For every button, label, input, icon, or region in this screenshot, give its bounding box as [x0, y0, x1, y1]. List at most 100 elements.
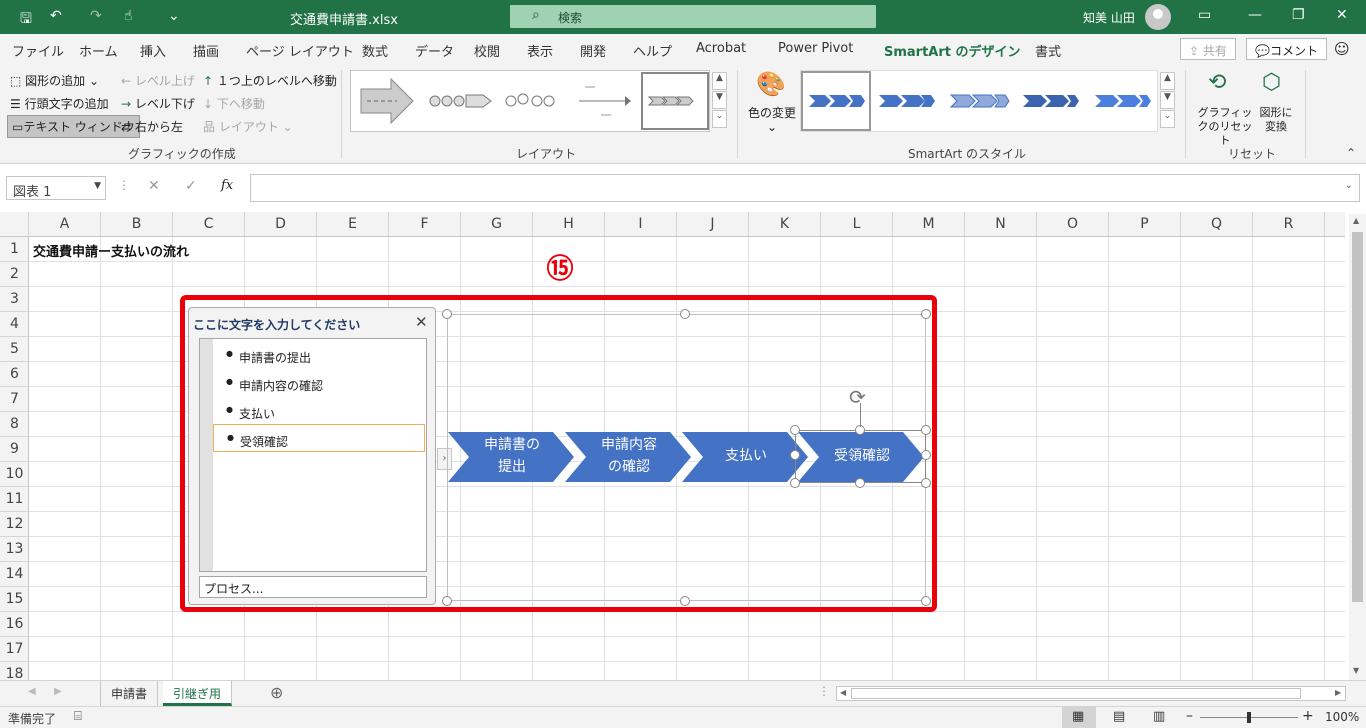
- convert-to-shapes-button[interactable]: 図形に変換: [1258, 106, 1294, 134]
- column-header[interactable]: M: [893, 212, 965, 237]
- horizontal-scrollbar[interactable]: ◀ ▶: [836, 686, 1346, 701]
- add-shape-button[interactable]: ⬚ 図形の追加 ⌄: [10, 72, 99, 89]
- shape-handle[interactable]: [921, 425, 931, 435]
- column-header[interactable]: H: [533, 212, 605, 237]
- tab-data[interactable]: データ: [415, 41, 454, 60]
- prev-sheet-icon[interactable]: ◀: [28, 686, 36, 697]
- layout-thumb-timeline[interactable]: [579, 86, 631, 116]
- scroll-right-icon[interactable]: ▶: [1335, 688, 1341, 697]
- column-header[interactable]: D: [245, 212, 317, 237]
- zoom-slider-thumb[interactable]: [1247, 712, 1251, 723]
- row-header[interactable]: 1: [0, 237, 28, 262]
- feedback-icon[interactable]: ☺: [1334, 40, 1350, 58]
- name-box[interactable]: 図表 1 ▼: [6, 176, 106, 200]
- shape-handle[interactable]: [855, 478, 865, 488]
- restore-icon[interactable]: ❐: [1292, 7, 1305, 23]
- zoom-level[interactable]: 100%: [1325, 710, 1359, 724]
- styles-more-icon[interactable]: ⌄: [1160, 110, 1175, 128]
- text-pane-item[interactable]: 受領確認: [213, 424, 425, 452]
- select-all[interactable]: [0, 212, 29, 237]
- layout-thumb-arrow[interactable]: [360, 77, 414, 125]
- reset-graphic-button[interactable]: グラフィックのリセット: [1195, 106, 1255, 148]
- sheet-tab-active[interactable]: 引継ぎ用: [163, 681, 233, 706]
- horizontal-scroll-thumb[interactable]: [851, 688, 1301, 699]
- scroll-left-icon[interactable]: ◀: [840, 688, 846, 697]
- change-colors-button[interactable]: 色の変更: [748, 104, 796, 121]
- tab-page-layout[interactable]: ページ レイアウト: [246, 41, 354, 60]
- shape-handle[interactable]: [790, 425, 800, 435]
- undo-icon[interactable]: ↶: [50, 8, 62, 24]
- tab-review[interactable]: 校閲: [474, 41, 500, 60]
- column-header[interactable]: N: [965, 212, 1037, 237]
- tab-home[interactable]: ホーム: [79, 41, 118, 60]
- layout-thumb-gears[interactable]: [505, 93, 555, 107]
- add-sheet-icon[interactable]: ⊕: [270, 683, 283, 702]
- search-box[interactable]: ⌕ 検索: [510, 5, 876, 28]
- move-up-button[interactable]: ↑ １つ上のレベルへ移動: [203, 72, 337, 89]
- tab-formulas[interactable]: 数式: [362, 41, 388, 60]
- scroll-up-icon[interactable]: ▲: [1353, 216, 1359, 225]
- minimize-icon[interactable]: —: [1248, 7, 1262, 23]
- row-header[interactable]: 4: [0, 312, 28, 337]
- vertical-scroll-thumb[interactable]: [1352, 232, 1363, 602]
- style-thumb-1[interactable]: [809, 95, 865, 107]
- share-button[interactable]: ⇪ 共有: [1180, 38, 1236, 60]
- column-header[interactable]: Q: [1181, 212, 1253, 237]
- text-pane-list[interactable]: 申請書の提出 申請内容の確認 支払い 受領確認: [199, 338, 427, 572]
- row-header[interactable]: 2: [0, 262, 28, 287]
- tab-view[interactable]: 表示: [527, 41, 553, 60]
- resize-handle[interactable]: [680, 309, 690, 319]
- cell-a1[interactable]: 交通費申請ー支払いの流れ: [33, 241, 189, 260]
- tab-format[interactable]: 書式: [1035, 41, 1061, 60]
- row-header[interactable]: 15: [0, 587, 28, 612]
- vertical-scrollbar[interactable]: ▲ ▼: [1349, 214, 1366, 680]
- shape-handle[interactable]: [921, 478, 931, 488]
- redo-icon[interactable]: ↷: [90, 8, 102, 24]
- customize-qat-icon[interactable]: ⌄: [168, 8, 180, 24]
- page-break-view-icon[interactable]: ▥: [1153, 709, 1165, 724]
- shape-handle[interactable]: [790, 478, 800, 488]
- row-header[interactable]: 7: [0, 387, 28, 412]
- column-header[interactable]: B: [101, 212, 173, 237]
- row-header[interactable]: 13: [0, 537, 28, 562]
- column-header[interactable]: P: [1109, 212, 1181, 237]
- column-header[interactable]: L: [821, 212, 893, 237]
- move-down-button[interactable]: ↓ 下へ移動: [203, 95, 265, 112]
- gallery-down-icon[interactable]: ▼: [712, 91, 727, 109]
- next-sheet-icon[interactable]: ▶: [54, 686, 62, 697]
- cancel-icon[interactable]: ✕: [148, 178, 160, 194]
- sheet-tab[interactable]: 申請書: [100, 681, 159, 706]
- rotate-handle-icon[interactable]: ⟳: [849, 385, 866, 409]
- row-header[interactable]: 12: [0, 512, 28, 537]
- layout-thumb-circles[interactable]: [429, 94, 492, 108]
- row-header[interactable]: 18: [0, 662, 28, 680]
- close-icon[interactable]: ✕: [1336, 7, 1348, 23]
- comment-button[interactable]: 💬コメント: [1246, 38, 1327, 60]
- normal-view-icon[interactable]: ▦: [1072, 709, 1084, 724]
- column-header[interactable]: K: [749, 212, 821, 237]
- row-header[interactable]: 8: [0, 412, 28, 437]
- row-header[interactable]: 17: [0, 637, 28, 662]
- column-header[interactable]: E: [317, 212, 389, 237]
- resize-handle[interactable]: [680, 596, 690, 606]
- layout-thumb-selected[interactable]: [641, 72, 709, 130]
- tab-insert[interactable]: 挿入: [140, 41, 166, 60]
- gallery-up-icon[interactable]: ▲: [712, 72, 727, 90]
- resize-handle[interactable]: [921, 309, 931, 319]
- zoom-in-icon[interactable]: +: [1302, 708, 1314, 724]
- column-header[interactable]: F: [389, 212, 461, 237]
- close-icon[interactable]: ✕: [415, 313, 428, 331]
- resize-handle[interactable]: [921, 596, 931, 606]
- avatar[interactable]: [1145, 4, 1171, 30]
- save-icon[interactable]: 🖫: [20, 8, 32, 32]
- column-header[interactable]: J: [677, 212, 749, 237]
- layout-button[interactable]: 品 レイアウト ⌄: [203, 118, 293, 135]
- column-header[interactable]: O: [1037, 212, 1109, 237]
- tab-developer[interactable]: 開発: [580, 41, 606, 60]
- style-thumb-3[interactable]: [949, 94, 1010, 108]
- column-header[interactable]: A: [29, 212, 101, 237]
- resize-handle[interactable]: [442, 309, 452, 319]
- row-header[interactable]: 3: [0, 287, 28, 312]
- ribbon-display-icon[interactable]: ▭: [1198, 7, 1211, 23]
- text-pane-item[interactable]: 申請内容の確認: [213, 369, 425, 397]
